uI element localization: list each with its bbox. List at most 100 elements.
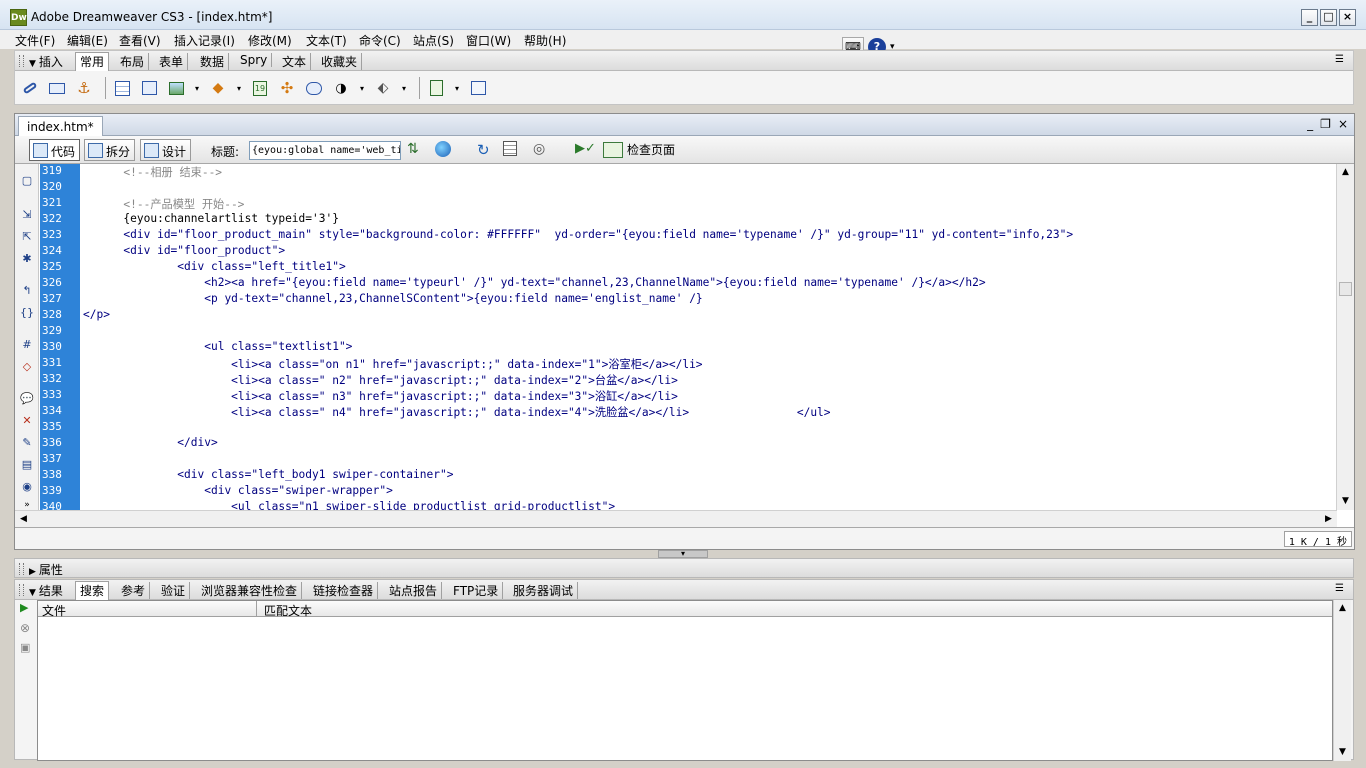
media-icon[interactable]: ◆ <box>207 77 229 99</box>
file-management-icon[interactable]: ⇅ <box>407 141 427 160</box>
tab-common[interactable]: 常用 <box>75 52 110 71</box>
menu-commands[interactable]: 命令(C) <box>357 32 403 49</box>
tab-site-reports[interactable]: 站点报告 <box>385 582 443 599</box>
tab-browser-compat[interactable]: 浏览器兼容性检查 <box>197 582 303 599</box>
code-line[interactable]: <ul class="textlist1"> <box>83 340 1335 356</box>
code-line[interactable]: <li><a class="on n1" href="javascript:;"… <box>83 356 1335 372</box>
line-number[interactable]: 329 <box>40 324 80 340</box>
code-view-button[interactable]: 代码 <box>29 139 81 161</box>
date-icon[interactable]: 19 <box>249 77 271 99</box>
properties-label[interactable]: ▶ 属性 <box>29 561 63 578</box>
scroll-thumb[interactable] <box>1339 282 1352 296</box>
code-line[interactable]: <div class="swiper-wrapper"> <box>83 484 1335 500</box>
expand-all-icon[interactable]: ✱ <box>20 252 34 266</box>
scroll-down-icon[interactable]: ▼ <box>1336 746 1349 759</box>
code-line[interactable]: <div id="floor_product"> <box>83 244 1335 260</box>
tab-ftp-log[interactable]: FTP记录 <box>449 582 504 599</box>
maximize-button[interactable]: □ <box>1320 9 1337 26</box>
preview-in-browser-icon[interactable] <box>435 141 455 160</box>
line-number[interactable]: 325 <box>40 260 80 276</box>
column-divider[interactable] <box>256 601 257 617</box>
menu-view[interactable]: 查看(V) <box>117 32 163 49</box>
view-options-icon[interactable] <box>503 141 523 160</box>
column-file[interactable]: 文件 <box>38 602 66 619</box>
chevron-down-icon[interactable]: ▾ <box>357 77 367 99</box>
menu-text[interactable]: 文本(T) <box>304 32 349 49</box>
menu-modify[interactable]: 修改(M) <box>246 32 294 49</box>
line-number[interactable]: 321 <box>40 196 80 212</box>
code-line[interactable]: <!--产品模型 开始--> <box>83 196 1335 212</box>
results-label[interactable]: ▼ 结果 <box>29 582 63 599</box>
code-line[interactable]: </p> <box>83 308 1335 324</box>
line-number[interactable]: 323 <box>40 228 80 244</box>
tab-validation[interactable]: 验证 <box>157 582 191 599</box>
tab-favorites[interactable]: 收藏夹 <box>317 53 363 70</box>
insert-panel-label[interactable]: ▼ 插入 <box>29 53 63 70</box>
options-menu-icon[interactable]: ☰ <box>1335 54 1347 66</box>
tab-text[interactable]: 文本 <box>278 53 312 70</box>
options-menu-icon[interactable]: ☰ <box>1335 583 1347 595</box>
code-line[interactable]: <p yd-text="channel,23,ChannelSContent">… <box>83 292 1335 308</box>
properties-panel-header[interactable]: ▶ 属性 <box>14 558 1354 578</box>
table-icon[interactable] <box>111 77 133 99</box>
highlight-invalid-code-icon[interactable]: ◇ <box>20 360 34 374</box>
tab-index-htm[interactable]: index.htm* <box>18 116 103 136</box>
code-line[interactable]: <!--相册 结束--> <box>83 164 1335 180</box>
code-line[interactable]: <div class="left_title1"> <box>83 260 1335 276</box>
tab-data[interactable]: 数据 <box>196 53 230 70</box>
play-icon[interactable]: ▶ <box>20 602 32 614</box>
wrap-tag-icon[interactable]: ✎ <box>20 436 34 450</box>
refresh-icon[interactable]: ↻ <box>477 141 497 160</box>
apply-comment-icon[interactable]: 💬 <box>20 392 34 406</box>
column-matched-text[interactable]: 匹配文本 <box>260 602 312 619</box>
line-number[interactable]: 333 <box>40 388 80 404</box>
design-view-button[interactable]: 设计 <box>140 139 192 161</box>
line-number[interactable]: 339 <box>40 484 80 500</box>
scroll-left-icon[interactable]: ◀ <box>17 513 30 526</box>
line-number[interactable]: 319 <box>40 164 80 180</box>
line-number[interactable]: 322 <box>40 212 80 228</box>
line-number[interactable]: 328 <box>40 308 80 324</box>
line-number[interactable]: 338 <box>40 468 80 484</box>
line-numbers-icon[interactable]: # <box>20 338 34 352</box>
menu-file[interactable]: 文件(F) <box>13 32 57 49</box>
menu-help[interactable]: 帮助(H) <box>522 32 568 49</box>
code-line[interactable]: <div id="floor_product_main" style="back… <box>83 228 1335 244</box>
code-line[interactable]: <li><a class=" n3" href="javascript:;" d… <box>83 388 1335 404</box>
select-parent-tag-icon[interactable]: ↰ <box>20 284 34 298</box>
line-number[interactable]: 331 <box>40 356 80 372</box>
code-line[interactable] <box>83 452 1335 468</box>
tab-search[interactable]: 搜索 <box>75 581 110 600</box>
line-number[interactable]: 332 <box>40 372 80 388</box>
doc-minimize-button[interactable]: _ <box>1307 117 1313 131</box>
line-number[interactable]: 335 <box>40 420 80 436</box>
menu-insert[interactable]: 插入记录(I) <box>172 32 237 49</box>
minimize-button[interactable]: _ <box>1301 9 1318 26</box>
grip-handle[interactable] <box>19 55 24 67</box>
open-documents-icon[interactable]: ▢ <box>20 174 34 188</box>
tab-reference[interactable]: 参考 <box>117 582 151 599</box>
balance-braces-icon[interactable]: {} <box>20 306 34 320</box>
collapse-selection-icon[interactable]: ⇱ <box>20 230 34 244</box>
menu-window[interactable]: 窗口(W) <box>464 32 513 49</box>
collapse-full-tag-icon[interactable]: ⇲ <box>20 208 34 222</box>
results-vertical-scrollbar[interactable]: ▲ ▼ <box>1333 600 1351 761</box>
comment-icon[interactable] <box>303 77 325 99</box>
chevron-down-icon[interactable]: ▾ <box>399 77 409 99</box>
tab-spry[interactable]: Spry <box>236 53 273 67</box>
code-line[interactable]: {eyou:channelartlist typeid='3'} <box>83 212 1335 228</box>
code-line[interactable]: </div> <box>83 436 1335 452</box>
grip-handle[interactable] <box>19 563 24 575</box>
code-line[interactable] <box>83 324 1335 340</box>
scroll-down-icon[interactable]: ▼ <box>1339 495 1352 508</box>
recent-snippets-icon[interactable]: ▤ <box>20 458 34 472</box>
code-line[interactable]: <h2><a href="{eyou:field name='typeurl' … <box>83 276 1335 292</box>
code-line[interactable]: <li><a class=" n4" href="javascript:;" d… <box>83 404 1335 420</box>
head-tag-icon[interactable]: ◑ <box>330 77 352 99</box>
line-number[interactable]: 337 <box>40 452 80 468</box>
save-report-icon[interactable]: ▣ <box>20 642 32 654</box>
script-icon[interactable]: ⬖ <box>372 77 394 99</box>
format-source-icon[interactable]: ◉ <box>20 480 34 494</box>
hyperlink-icon[interactable] <box>19 77 41 99</box>
line-number[interactable]: 334 <box>40 404 80 420</box>
